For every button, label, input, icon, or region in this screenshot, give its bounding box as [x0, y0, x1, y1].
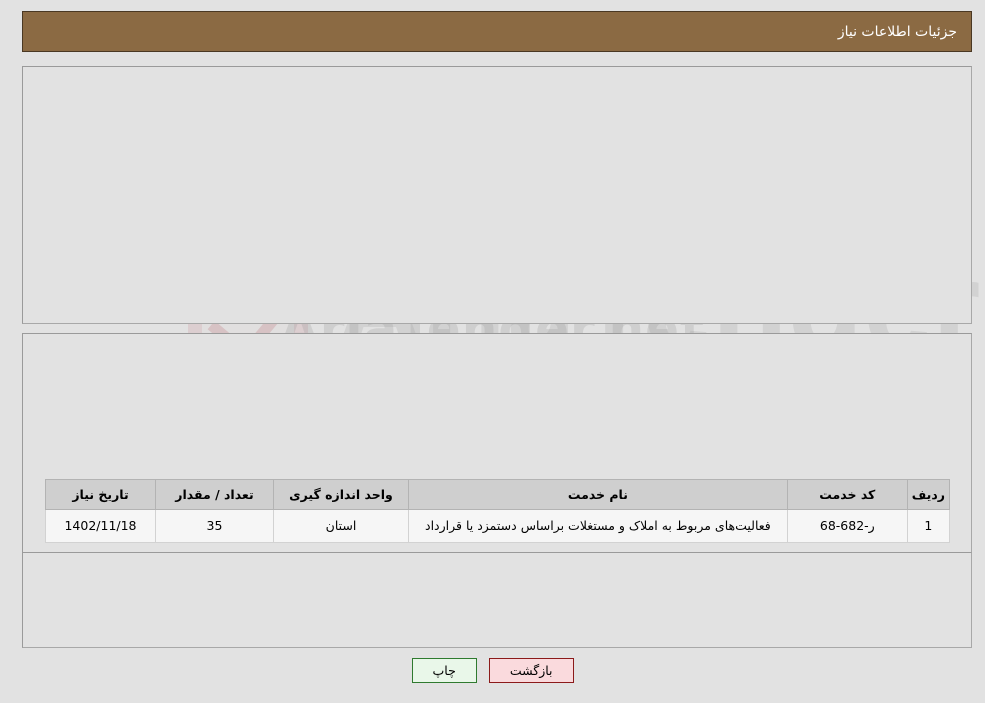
cell-row-no: 1	[906, 508, 951, 544]
col-row-no: ردیف	[906, 479, 951, 510]
page-title-bar: جزئیات اطلاعات نیاز	[22, 11, 972, 52]
table-row: 1 ر-682-68 فعالیت‌های مربوط به املاک و م…	[45, 508, 951, 544]
page-title: جزئیات اطلاعات نیاز	[837, 23, 957, 40]
col-service-name: نام خدمت	[408, 479, 788, 510]
page-root: AriaTender AriaTender.net جزئیات اطلاعات…	[0, 0, 985, 703]
print-button[interactable]: چاپ	[411, 658, 477, 683]
col-unit: واحد اندازه گیری	[273, 479, 409, 510]
footer-button-bar: بازگشت چاپ	[0, 658, 985, 683]
buyer-notes-panel	[22, 552, 972, 648]
cell-unit: استان	[273, 508, 409, 544]
services-table: ردیف کد خدمت نام خدمت واحد اندازه گیری ت…	[45, 479, 951, 544]
col-service-code: کد خدمت	[786, 479, 908, 510]
need-summary-panel	[22, 66, 972, 324]
col-quantity: تعداد / مقدار	[155, 479, 274, 510]
cell-quantity: 35	[155, 508, 274, 544]
cell-service-name: فعالیت‌های مربوط به املاک و مستغلات براس…	[408, 508, 788, 544]
col-need-date: تاریخ نیاز	[45, 479, 156, 510]
cell-service-code: ر-682-68	[786, 508, 908, 544]
table-header-row: ردیف کد خدمت نام خدمت واحد اندازه گیری ت…	[45, 479, 951, 510]
back-button[interactable]: بازگشت	[488, 658, 574, 683]
cell-need-date: 1402/11/18	[45, 508, 156, 544]
